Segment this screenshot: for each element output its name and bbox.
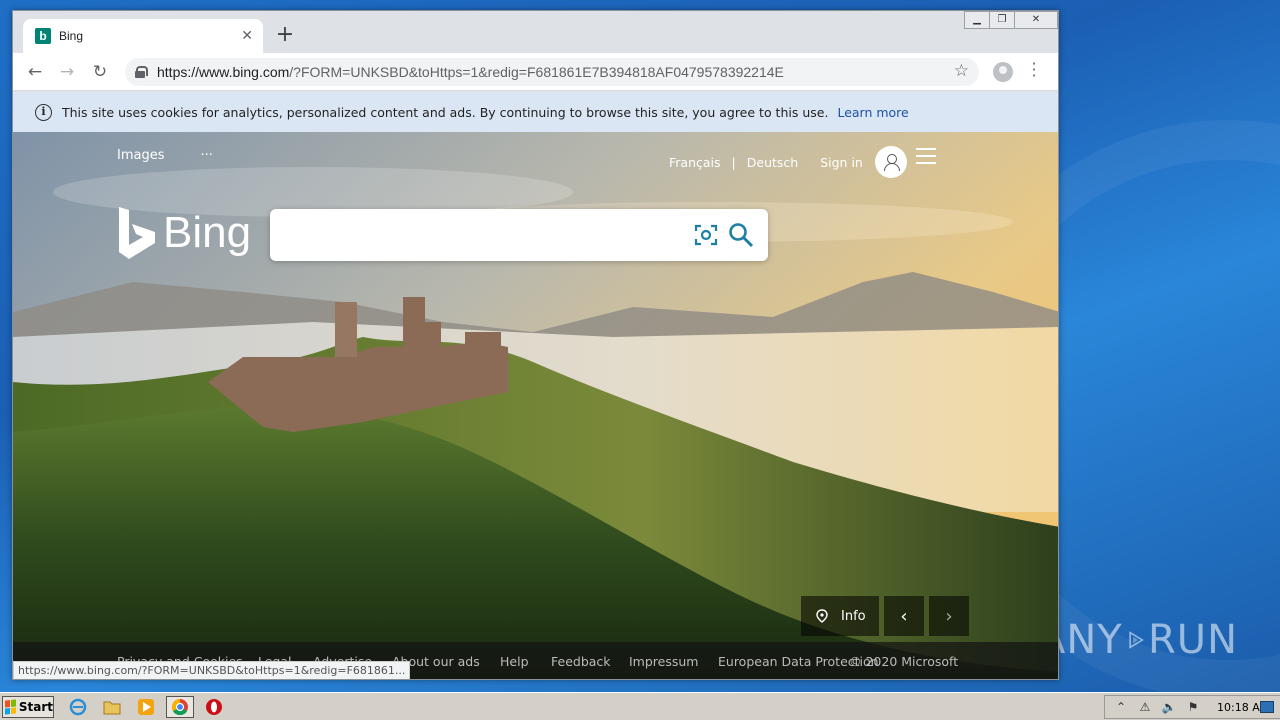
lock-icon[interactable] (135, 66, 148, 78)
bing-logo: Bing (117, 207, 251, 259)
url-path: /?FORM=UNKSBD&toHttps=1&redig=F681861E7B… (289, 64, 784, 80)
browser-window: b Bing ✕ + ▁ ❐ ✕ ← → ↻ https://www.bing.… (12, 10, 1059, 680)
tab-bing[interactable]: b Bing ✕ (23, 19, 263, 53)
start-button[interactable]: Start (2, 696, 54, 718)
anyrun-watermark: ANY RUN (1038, 608, 1238, 672)
sign-in-link[interactable]: Sign in (820, 155, 863, 170)
tab-strip: b Bing ✕ + ▁ ❐ ✕ (13, 11, 1058, 53)
back-icon[interactable]: ← (25, 62, 45, 82)
opera-icon[interactable] (200, 696, 228, 718)
start-label: Start (18, 700, 53, 714)
search-box[interactable] (270, 209, 768, 261)
hamburger-menu-icon[interactable] (916, 148, 936, 169)
previous-image-button[interactable]: ‹ (884, 596, 924, 636)
browser-menu-icon[interactable]: · · · (1029, 56, 1039, 84)
visual-search-icon[interactable] (694, 223, 718, 247)
browser-toolbar: ← → ↻ https://www.bing.com/?FORM=UNKSBD&… (13, 53, 1058, 91)
lang-french-link[interactable]: Français (669, 155, 721, 170)
nav-more-icon[interactable]: ··· (201, 148, 213, 163)
windows-logo-icon (5, 699, 16, 715)
media-player-icon[interactable] (132, 696, 160, 718)
chevron-left-icon: ‹ (900, 605, 908, 627)
bing-favicon-icon: b (35, 28, 51, 44)
nav-separator: | (731, 154, 736, 170)
address-bar[interactable]: https://www.bing.com/?FORM=UNKSBD&toHttp… (125, 58, 979, 86)
next-image-button[interactable]: › (929, 596, 969, 636)
footer-impressum-link[interactable]: Impressum (629, 654, 698, 669)
learn-more-link[interactable]: Learn more (837, 105, 908, 120)
desktop-background (1058, 0, 1280, 692)
taskbar: Start ⌃ ⚠ 🔈 ⚑ 10:18 AM (0, 692, 1280, 720)
tab-close-icon[interactable]: ✕ (241, 28, 253, 44)
top-nav-right: Français | Deutsch Sign in (669, 146, 907, 178)
new-tab-button[interactable]: + (275, 24, 295, 46)
internet-explorer-icon[interactable] (64, 696, 92, 718)
network-flag-icon[interactable]: ⚑ (1185, 700, 1201, 714)
footer-copyright: © 2020 Microsoft (849, 654, 959, 669)
cookie-banner: i This site uses cookies for analytics, … (13, 92, 1058, 132)
forward-icon[interactable]: → (57, 62, 77, 82)
window-controls: ▁ ❐ ✕ (964, 11, 1058, 29)
close-window-button[interactable]: ✕ (1014, 11, 1058, 29)
image-info-button[interactable]: Info (801, 596, 879, 636)
action-center-icon[interactable]: ⚠ (1137, 700, 1153, 714)
minimize-button[interactable]: ▁ (964, 11, 990, 29)
nav-images-link[interactable]: Images (117, 148, 165, 163)
restore-button[interactable]: ❐ (989, 11, 1015, 29)
cookie-text: This site uses cookies for analytics, pe… (62, 104, 829, 120)
footer-feedback-link[interactable]: Feedback (551, 654, 611, 669)
play-logo-icon (1129, 631, 1144, 649)
location-pin-icon (816, 609, 828, 623)
volume-icon[interactable]: 🔈 (1161, 700, 1177, 714)
footer-help-link[interactable]: Help (500, 654, 529, 669)
status-bar-url: https://www.bing.com/?FORM=UNKSBD&toHttp… (13, 661, 411, 679)
url-text[interactable]: https://www.bing.com/?FORM=UNKSBD&toHttp… (157, 64, 784, 80)
info-label: Info (841, 608, 866, 624)
top-nav-left: Images ··· (117, 148, 213, 163)
file-explorer-icon[interactable] (98, 696, 126, 718)
user-avatar-icon[interactable] (874, 146, 907, 178)
bookmark-star-icon[interactable]: ☆ (954, 61, 969, 81)
info-icon: i (35, 103, 52, 121)
profile-icon[interactable] (993, 62, 1013, 82)
show-desktop-button[interactable] (1260, 701, 1274, 713)
bing-homepage: Images ··· Français | Deutsch Sign in Bi… (13, 132, 1058, 679)
bing-wordmark: Bing (163, 208, 252, 257)
reload-icon[interactable]: ↻ (90, 62, 110, 82)
tray-expand-icon[interactable]: ⌃ (1113, 700, 1129, 714)
bing-b-icon (119, 207, 155, 259)
chevron-right-icon: › (945, 605, 953, 627)
tab-title: Bing (59, 29, 84, 43)
search-icon[interactable] (728, 222, 754, 248)
url-host: https://www.bing.com (157, 64, 290, 80)
watermark-run: RUN (1148, 617, 1238, 663)
lang-german-link[interactable]: Deutsch (747, 155, 798, 170)
system-tray: ⌃ ⚠ 🔈 ⚑ 10:18 AM (1104, 695, 1280, 719)
chrome-taskbar-icon[interactable] (166, 696, 194, 718)
